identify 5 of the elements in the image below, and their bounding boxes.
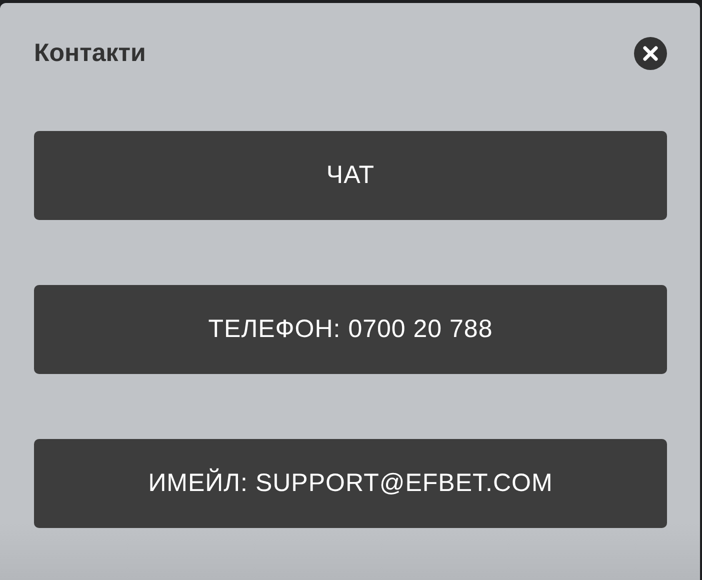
close-icon[interactable] xyxy=(634,36,667,70)
contact-button[interactable]: ЧАТ xyxy=(34,131,667,220)
dialog-title: Контакти xyxy=(34,38,146,68)
contact-button[interactable]: ТЕЛЕФОН: 0700 20 788 xyxy=(34,285,667,374)
contact-button[interactable]: ИМЕЙЛ: SUPPORT@EFBET.COM xyxy=(34,439,667,528)
